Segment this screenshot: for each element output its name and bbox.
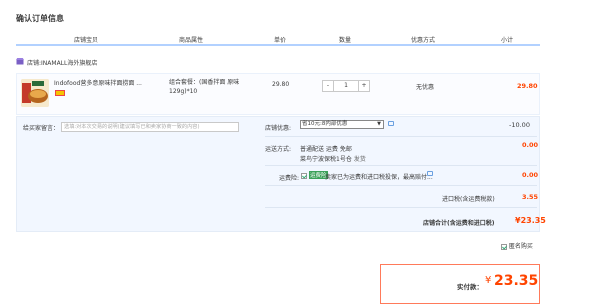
divider	[265, 185, 537, 186]
shop-total-label: 店铺合计(含运费和进口税)	[423, 220, 495, 227]
table-header: 店铺宝贝 商品属性 单价 数量 优惠方式 小计	[16, 32, 540, 46]
insurance-text: 卖家已为运费和进口税投保，最高赔付...	[325, 174, 433, 181]
shipping-method: 普通配送 运费 免邮	[300, 146, 352, 153]
unit-price: 29.80	[272, 81, 290, 88]
coupon-info-icon[interactable]	[388, 121, 394, 126]
order-summary-panel: 给买家留言： 选填:对本次交易的说明(建议填写已和卖家协商一致的内容) 店铺优惠…	[16, 116, 546, 232]
qty-plus-button[interactable]: +	[359, 81, 369, 91]
divider	[265, 207, 537, 208]
qty-minus-button[interactable]: -	[323, 81, 333, 91]
product-thumbnail[interactable]	[21, 79, 49, 107]
service-badge-icon	[55, 90, 65, 96]
page-title: 确认订单信息	[16, 14, 64, 23]
col-header-attr: 商品属性	[179, 37, 204, 44]
import-tax-value: 3.55	[522, 193, 539, 201]
col-header-discount: 优惠方式	[411, 37, 436, 44]
insurance-value: 0.00	[522, 171, 539, 179]
order-item-row: Indofood营多意原味拌面捞面 ... 组合套餐：(国香拌面 原味129g)…	[16, 73, 540, 115]
item-subtotal: 29.80	[517, 82, 538, 90]
col-header-qty: 数量	[339, 37, 352, 44]
pay-amount: 23.35	[494, 273, 539, 289]
anonymous-purchase[interactable]: 匿名购买	[501, 241, 533, 250]
chevron-down-icon: ▼	[377, 121, 381, 127]
shipping-value: 0.00	[522, 141, 539, 149]
insurance-info-icon[interactable]	[427, 171, 433, 176]
anonymous-checkbox[interactable]	[501, 243, 507, 250]
col-header-item: 店铺宝贝	[74, 37, 99, 44]
qty-input[interactable]: 1	[333, 81, 359, 91]
shop-coupon-label: 店铺优惠:	[265, 125, 292, 132]
quantity-stepper: - 1 +	[322, 80, 370, 92]
shop-total-value: ¥23.35	[515, 216, 546, 225]
pay-label: 实付款：	[457, 283, 483, 291]
insurance-checkbox[interactable]	[301, 172, 307, 179]
message-label: 给买家留言：	[23, 125, 60, 132]
import-tax-label: 进口税(含运费税款)	[442, 196, 495, 203]
divider	[265, 136, 537, 137]
payment-summary-box: 实付款： ¥ 23.35	[380, 264, 540, 304]
col-header-subtotal: 小计	[501, 37, 514, 44]
shop-icon	[16, 58, 24, 65]
shipping-warehouse: 菜鸟宁波保税1号仓 发货	[300, 156, 366, 163]
shipping-label: 运送方式:	[265, 146, 292, 153]
insurance-label: 运费险:	[279, 175, 300, 182]
message-input[interactable]: 选填:对本次交易的说明(建议填写已和卖家协商一致的内容)	[61, 122, 239, 132]
pay-currency: ¥	[485, 275, 492, 286]
divider	[265, 165, 537, 166]
product-attr: 组合套餐：(国香拌面 原味129g)*10	[169, 79, 240, 95]
noodle-bowl-icon	[21, 79, 49, 107]
item-discount: 无优惠	[416, 84, 435, 91]
shop-coupon-value: -10.00	[509, 121, 530, 129]
shop-name[interactable]: 店铺:INAMALL海外旗舰店	[27, 58, 97, 67]
product-name[interactable]: Indofood营多意原味拌面捞面 ...	[54, 78, 142, 87]
shop-coupon-select[interactable]: 省10元:8内部优惠 ▼	[300, 120, 384, 129]
col-header-price: 单价	[274, 37, 287, 44]
